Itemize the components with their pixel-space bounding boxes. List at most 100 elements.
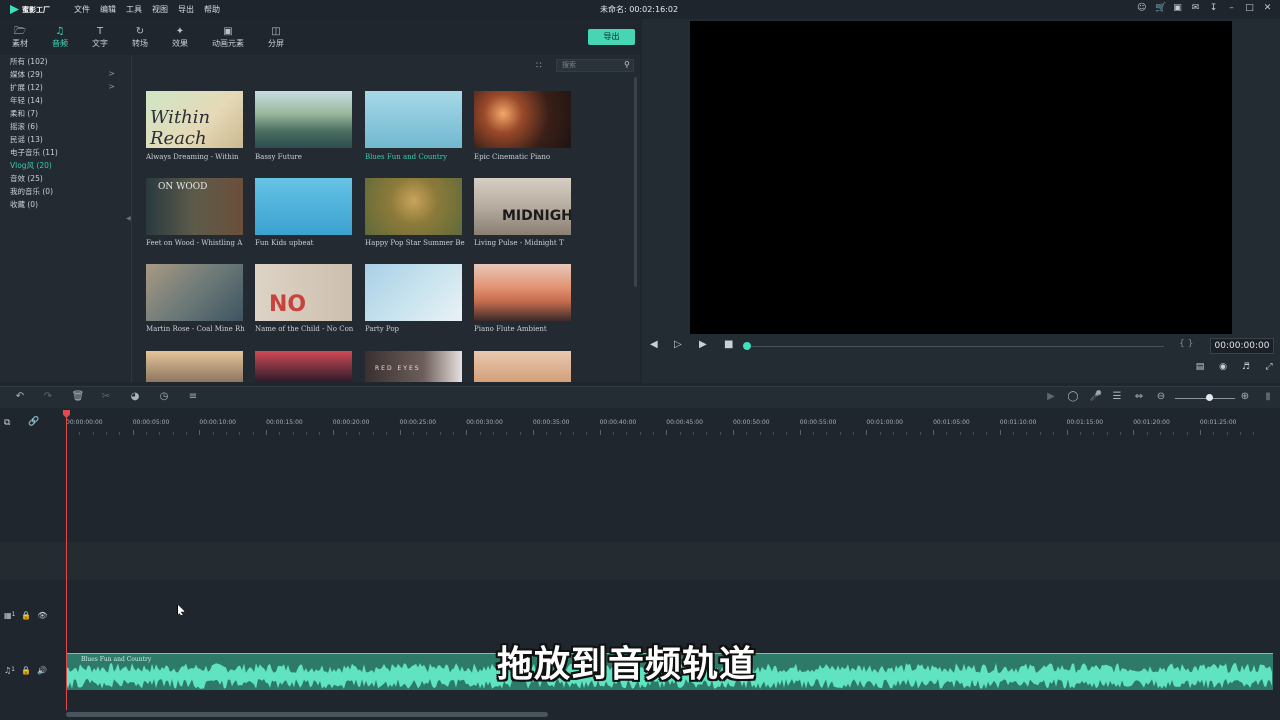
category-all[interactable]: 所有 (102) [0, 56, 131, 69]
tab-label: 文字 [92, 39, 108, 48]
menu-edit[interactable]: 编辑 [100, 4, 116, 15]
menu-tools[interactable]: 工具 [126, 4, 142, 15]
video-editor-app: { "app": { "logo_text": "蜜影工厂", "doc_tit… [0, 0, 1280, 720]
library-item-thumbnail[interactable]: NO [255, 264, 352, 321]
duration-icon[interactable]: ◷ [157, 391, 171, 402]
category-extended[interactable]: 扩展 (12) > [0, 82, 131, 95]
play-icon[interactable]: ▶ [699, 339, 707, 350]
snapshot-icon[interactable]: ◉ [1216, 362, 1230, 374]
category-folk[interactable]: 民谣 (13) [0, 134, 131, 147]
zoom-slider-knob[interactable] [1206, 394, 1213, 401]
mark-in-out[interactable]: { } [1179, 339, 1193, 349]
grid-view-icon[interactable]: ∷ [536, 61, 546, 71]
category-soft[interactable]: 柔和 (7) [0, 108, 131, 121]
minimize-icon[interactable]: – [1227, 3, 1236, 13]
eye-icon[interactable]: 👁 [37, 611, 47, 620]
tab-split-screen[interactable]: ◫ 分屏 [256, 25, 296, 53]
tab-elements[interactable]: ▣ 动画元素 [200, 25, 256, 53]
fit-timeline-icon[interactable]: ⇔ [1132, 391, 1146, 402]
ruler-minor-tick [106, 432, 108, 435]
library-item-thumbnail[interactable] [146, 264, 243, 321]
library-scrollbar[interactable] [634, 77, 637, 287]
zoom-out-icon[interactable]: ⊖ [1154, 391, 1168, 402]
library-item-thumbnail[interactable] [365, 91, 462, 148]
search-input[interactable]: 搜索 [556, 59, 634, 72]
library-item-thumbnail[interactable] [255, 351, 352, 382]
timeline-horizontal-scrollbar[interactable] [66, 712, 548, 717]
library-item-thumbnail[interactable] [255, 178, 352, 235]
user-icon[interactable]: ☺ [1137, 3, 1146, 13]
library-item-thumbnail[interactable]: ON WOOD [146, 178, 243, 235]
category-sfx[interactable]: 音效 (25) [0, 173, 131, 186]
download-icon[interactable]: ↧ [1209, 3, 1218, 13]
zoom-slider-track[interactable] [1175, 398, 1235, 399]
volume-icon[interactable]: ♬ [1239, 362, 1253, 374]
speaker-icon[interactable]: 🔊 [37, 666, 47, 675]
library-item-thumbnail[interactable] [474, 91, 571, 148]
export-button[interactable]: 导出 [588, 29, 635, 45]
library-item-thumbnail[interactable]: RED EYES [365, 351, 462, 382]
tab-text[interactable]: T 文字 [80, 25, 120, 53]
step-play-icon[interactable]: ▷ [674, 339, 682, 350]
lock-icon[interactable]: 🔒 [21, 666, 31, 675]
effects-icon: ✦ [175, 26, 185, 37]
category-vlog[interactable]: Vlog风 (20) [0, 160, 131, 173]
menu-view[interactable]: 视图 [152, 4, 168, 15]
category-media[interactable]: 媒体 (29) > [0, 69, 131, 82]
chevron-right-icon[interactable]: > [108, 82, 115, 91]
preview-progress-knob[interactable] [743, 342, 751, 350]
category-my-music[interactable]: 我的音乐 (0) [0, 186, 131, 199]
cut-icon[interactable]: ✂ [99, 391, 113, 402]
speed-icon[interactable]: ◕ [128, 391, 142, 402]
library-item-thumbnail[interactable] [365, 264, 462, 321]
library-item-thumbnail[interactable] [146, 351, 243, 382]
library-item-thumbnail[interactable] [365, 178, 462, 235]
chevron-right-icon[interactable]: > [108, 69, 115, 78]
display-settings-icon[interactable]: ▤ [1193, 362, 1207, 374]
tab-media[interactable]: 🗁 素材 [0, 25, 40, 53]
category-young[interactable]: 年轻 (14) [0, 95, 131, 108]
image-icon: ▣ [223, 26, 233, 37]
close-icon[interactable]: ✕ [1263, 3, 1272, 13]
stop-icon[interactable]: ■ [724, 339, 733, 350]
category-favorites[interactable]: 收藏 (0) [0, 199, 131, 212]
prev-frame-icon[interactable]: ◀ [650, 339, 658, 350]
playhead[interactable] [66, 410, 67, 710]
add-track-icon[interactable]: ⧉ [4, 418, 10, 428]
zoom-in-icon[interactable]: ⊕ [1238, 391, 1252, 402]
mail-icon[interactable]: ✉ [1191, 3, 1200, 13]
menu-help[interactable]: 帮助 [204, 4, 220, 15]
microphone-icon[interactable]: 🎤 [1089, 391, 1103, 402]
marker-icon[interactable]: ◯ [1066, 391, 1080, 402]
library-item-thumbnail[interactable] [255, 91, 352, 148]
timeline-ruler[interactable]: 00:00:00:00 00:00:05:00 00:00:10:00 00:00:1… [66, 410, 1280, 435]
audio-mixer-icon[interactable]: ☰ [1110, 391, 1124, 402]
category-electronic[interactable]: 电子音乐 (11) [0, 147, 131, 160]
library-item-thumbnail[interactable] [474, 351, 571, 382]
fullscreen-icon[interactable]: ⤢ [1262, 362, 1276, 374]
adjust-icon[interactable]: ≡ [186, 391, 200, 402]
undo-icon[interactable]: ↶ [13, 391, 27, 402]
cart-icon[interactable]: 🛒 [1155, 3, 1166, 13]
save-icon[interactable]: ▣ [1173, 3, 1182, 13]
lock-icon[interactable]: 🔒 [21, 611, 31, 620]
delete-icon[interactable]: 🗑 [71, 391, 85, 402]
tab-transition[interactable]: ↻ 转场 [120, 25, 160, 53]
video-preview[interactable] [690, 21, 1232, 334]
render-icon[interactable]: ▶ [1044, 391, 1058, 402]
collapse-sidebar-icon[interactable]: ◀ [126, 215, 131, 223]
library-item-thumbnail[interactable]: Within Reach [146, 91, 243, 148]
library-item-thumbnail[interactable]: MIDNIGHT [474, 178, 571, 235]
panel-toggle-icon[interactable]: ▮ [1261, 391, 1275, 402]
library-item-thumbnail[interactable] [474, 264, 571, 321]
search-icon[interactable]: ⚲ [624, 60, 630, 69]
redo-icon[interactable]: ↷ [41, 391, 55, 402]
menu-file[interactable]: 文件 [74, 4, 90, 15]
maximize-icon[interactable]: □ [1245, 3, 1254, 13]
tab-effects[interactable]: ✦ 效果 [160, 25, 200, 53]
tab-audio[interactable]: ♫ 音频 [40, 25, 80, 53]
category-rock[interactable]: 摇滚 (6) [0, 121, 131, 134]
link-icon[interactable]: 🔗 [28, 417, 39, 427]
preview-progress-track[interactable] [750, 346, 1164, 347]
menu-export[interactable]: 导出 [178, 4, 194, 15]
